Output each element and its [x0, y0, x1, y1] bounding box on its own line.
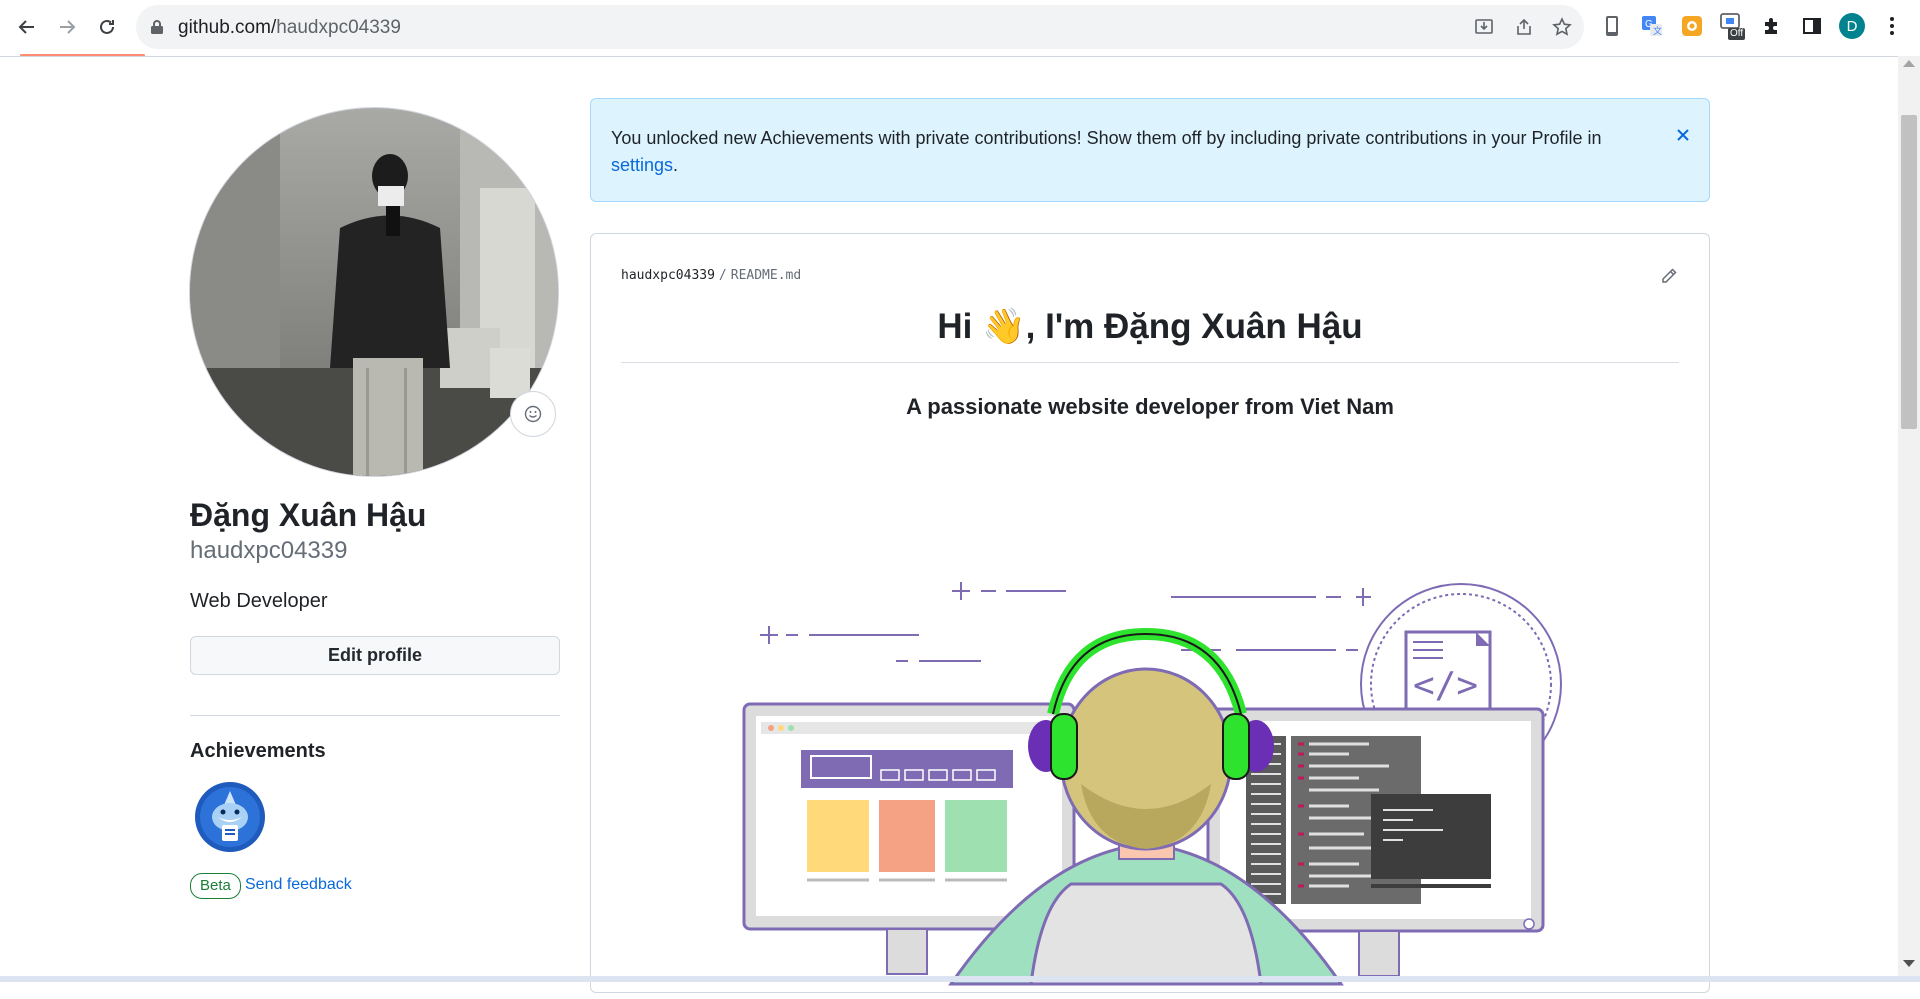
- edit-profile-button[interactable]: Edit profile: [190, 636, 560, 675]
- readme-file-link[interactable]: README.md: [731, 268, 801, 283]
- address-bar[interactable]: github.com/haudxpc04339: [136, 5, 1584, 49]
- forward-button[interactable]: [50, 10, 84, 44]
- arrow-right-icon: [60, 20, 76, 34]
- side-panel-icon[interactable]: [1798, 12, 1826, 40]
- reload-icon: [100, 19, 114, 34]
- scroll-down-arrow-icon[interactable]: [1903, 960, 1915, 967]
- svg-text:文: 文: [1653, 25, 1662, 36]
- send-feedback-link[interactable]: Send feedback: [245, 876, 352, 894]
- readme-box: haudxpc04339/ README.md Hi 👋, I'm Đặng Xu…: [590, 233, 1710, 993]
- readme-owner-link[interactable]: haudxpc04339: [621, 268, 715, 283]
- arrow-left-icon: [18, 20, 34, 34]
- profile-initial: D: [1839, 13, 1865, 39]
- lock-icon: [150, 19, 164, 40]
- svg-text:</>: </>: [1413, 665, 1478, 706]
- achievement-badge[interactable]: [194, 781, 266, 853]
- window-bottom-edge: [0, 976, 1920, 982]
- coding-illustration: </>: [741, 574, 1571, 994]
- dismiss-flash-button[interactable]: [1671, 123, 1695, 147]
- extension-orange-icon[interactable]: [1678, 12, 1706, 40]
- flash-period: .: [673, 155, 679, 175]
- google-translate-icon[interactable]: G文: [1638, 12, 1666, 40]
- achievements-heading[interactable]: Achievements: [190, 740, 326, 763]
- scrollbar-thumb[interactable]: [1901, 115, 1917, 429]
- flash-message: You unlocked new Achievements with priva…: [611, 125, 1611, 179]
- url-text[interactable]: github.com/haudxpc04339: [178, 17, 401, 39]
- readme-heading: Hi 👋, I'm Đặng Xuân Hậu: [937, 307, 1363, 346]
- profile-username: haudxpc04339: [190, 537, 348, 564]
- pencil-icon: [1662, 268, 1677, 283]
- share-icon[interactable]: [1512, 15, 1536, 39]
- beta-label: Beta: [190, 873, 241, 899]
- browser-toolbar: github.com/haudxpc04339 G文 Off D: [0, 0, 1920, 54]
- url-host: github.com/: [178, 17, 277, 38]
- extension-off-badge: Off: [1728, 28, 1746, 40]
- bookmark-star-icon[interactable]: [1550, 15, 1574, 39]
- readme-path-separator: /: [718, 268, 727, 283]
- header-divider: [0, 56, 1900, 57]
- achievements-flash-banner: You unlocked new Achievements with priva…: [590, 98, 1710, 202]
- back-button[interactable]: [10, 10, 44, 44]
- extension-off-icon[interactable]: Off: [1718, 12, 1746, 40]
- edit-readme-button[interactable]: [1657, 264, 1681, 288]
- sidebar-divider: [190, 715, 560, 716]
- readme-subheading: A passionate website developer from Viet…: [906, 394, 1394, 419]
- extension-phone-icon[interactable]: [1598, 12, 1626, 40]
- profile-fullname: Đặng Xuân Hậu: [190, 497, 427, 533]
- reload-button[interactable]: [90, 10, 124, 44]
- extensions-puzzle-icon[interactable]: [1758, 12, 1786, 40]
- install-app-icon[interactable]: [1472, 15, 1496, 39]
- readme-path: haudxpc04339/ README.md: [621, 268, 801, 283]
- scroll-up-arrow-icon[interactable]: [1903, 60, 1915, 67]
- browser-menu-icon[interactable]: [1878, 12, 1906, 40]
- profile-avatar[interactable]: D: [1838, 12, 1866, 40]
- profile-bio: Web Developer: [190, 590, 328, 612]
- close-icon: [1677, 129, 1689, 141]
- profile-avatar-photo[interactable]: [189, 107, 559, 477]
- flash-message-text: You unlocked new Achievements with priva…: [611, 128, 1602, 148]
- readme-heading-rule: [621, 362, 1679, 363]
- smiley-icon: [524, 405, 542, 423]
- url-path: haudxpc04339: [276, 17, 401, 38]
- settings-link[interactable]: settings: [611, 155, 673, 175]
- set-status-button[interactable]: [510, 391, 556, 437]
